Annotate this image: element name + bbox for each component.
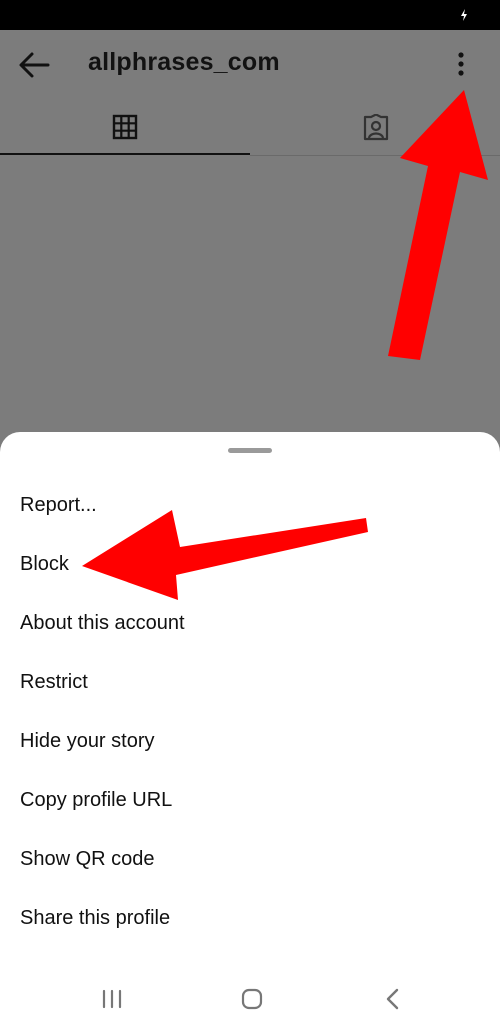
menu-item-label: Show QR code: [20, 848, 155, 870]
tab-divider: [250, 155, 500, 156]
menu-item-label: Restrict: [20, 671, 88, 693]
more-vertical-icon: [458, 52, 464, 76]
profile-tabs: [0, 100, 500, 156]
active-tab-indicator: [0, 153, 250, 155]
menu-item-block[interactable]: Block: [0, 537, 500, 596]
menu-item-report[interactable]: Report...: [0, 478, 500, 537]
tab-posts-grid[interactable]: [0, 100, 250, 156]
arrow-left-icon: [19, 52, 50, 78]
menu-item-restrict[interactable]: Restrict: [0, 655, 500, 714]
status-bar: [0, 0, 500, 30]
profile-username: allphrases_com: [88, 48, 280, 76]
charging-icon: [461, 9, 467, 21]
menu-item-label: About this account: [20, 612, 185, 634]
menu-item-share-profile[interactable]: Share this profile: [0, 891, 500, 950]
options-bottom-sheet: Report... Block About this account Restr…: [0, 432, 500, 1028]
tagged-person-icon: [363, 114, 389, 141]
recent-apps-icon: [102, 989, 122, 1009]
grid-icon: [112, 114, 138, 140]
menu-item-label: Report...: [20, 494, 97, 516]
app-bar: allphrases_com: [0, 30, 500, 100]
menu-item-label: Share this profile: [20, 907, 171, 929]
menu-item-label: Copy profile URL: [20, 789, 173, 811]
menu-item-show-qr-code[interactable]: Show QR code: [0, 832, 500, 891]
system-nav-bar: [0, 968, 500, 1028]
tab-tagged[interactable]: [250, 100, 500, 156]
recent-apps-button[interactable]: [90, 982, 134, 1016]
menu-item-copy-profile-url[interactable]: Copy profile URL: [0, 773, 500, 832]
system-back-button[interactable]: [370, 982, 414, 1016]
menu-item-label: Block: [20, 553, 69, 575]
menu-item-about-account[interactable]: About this account: [0, 596, 500, 655]
home-button[interactable]: [230, 982, 274, 1016]
home-icon: [241, 988, 263, 1010]
sheet-drag-handle[interactable]: [228, 448, 272, 453]
menu-item-hide-story[interactable]: Hide your story: [0, 714, 500, 773]
more-options-button[interactable]: [448, 46, 474, 82]
back-button[interactable]: [14, 46, 54, 84]
chevron-left-icon: [386, 988, 399, 1010]
menu-item-label: Hide your story: [20, 730, 155, 752]
